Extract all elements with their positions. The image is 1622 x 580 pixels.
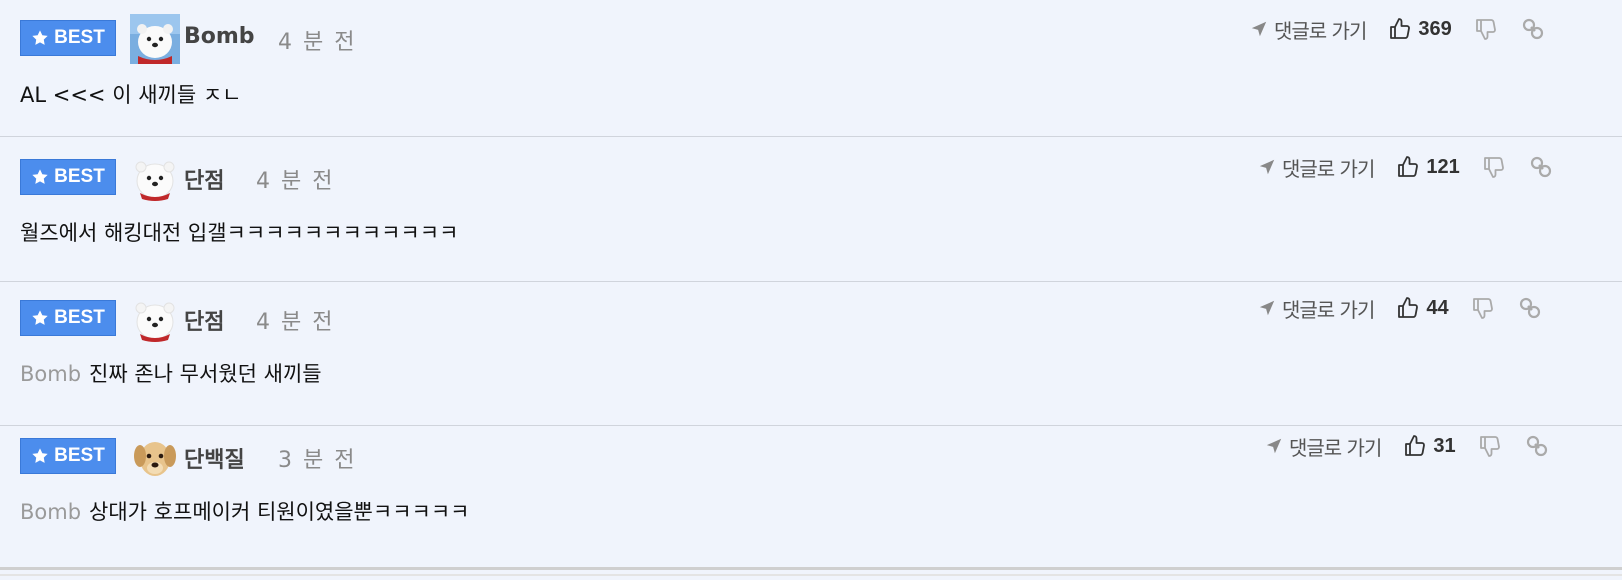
polar-bear-cub-avatar-icon <box>135 161 175 201</box>
comment-actions: 댓글로 가기 31 <box>1265 431 1550 461</box>
thumbs-down-icon <box>1475 19 1496 40</box>
go-to-reply-button[interactable]: 댓글로 가기 <box>1265 432 1382 461</box>
thumbs-down-icon <box>1479 436 1500 457</box>
navigation-arrow-icon <box>1251 21 1267 37</box>
best-badge-label: BEST <box>54 27 105 48</box>
star-icon <box>32 169 48 184</box>
upvote-count: 121 <box>1426 155 1460 178</box>
timestamp: 4 분 전 <box>256 169 335 194</box>
comment-body: AL <<< 이 새끼들 ㅈㄴ <box>20 83 242 107</box>
mention-username[interactable]: Bomb <box>20 362 81 386</box>
comment-text: Bomb 상대가 호프메이커 티원이였을뿐ㅋㅋㅋㅋㅋ <box>20 496 469 526</box>
comment-item: BEST Bomb 4 분 전 AL <<< 이 새끼들 ㅈㄴ 댓글로 가기 3… <box>0 0 1622 137</box>
polar-bear-cub-avatar-icon <box>135 302 175 342</box>
thumbs-down-icon <box>1483 157 1504 178</box>
go-to-reply-label: 댓글로 가기 <box>1289 435 1382 460</box>
best-badge: BEST <box>20 159 116 195</box>
downvote-button[interactable] <box>1471 296 1495 320</box>
go-to-reply-label: 댓글로 가기 <box>1274 18 1367 43</box>
timestamp: 3 분 전 <box>278 448 357 473</box>
navigation-arrow-icon <box>1266 438 1282 454</box>
polar-bear-avatar-icon <box>130 14 180 64</box>
mention-username[interactable]: Bomb <box>20 500 81 524</box>
comment-item: BEST 단백질 3 분 전 Bomb 상대가 호프메이커 티원이였을뿐ㅋㅋㅋㅋㅋ… <box>0 426 1622 570</box>
timestamp: 4 분 전 <box>256 310 335 335</box>
comment-actions: 댓글로 가기 44 <box>1258 293 1543 323</box>
link-icon <box>1526 435 1547 457</box>
best-badge-label: BEST <box>54 307 105 328</box>
comment-item: BEST 단점 4 분 전 Bomb 진짜 존나 무서웠던 새끼들 댓글로 가기 … <box>0 282 1622 426</box>
upvote-count: 31 <box>1433 434 1456 457</box>
go-to-reply-button[interactable]: 댓글로 가기 <box>1258 294 1375 323</box>
star-icon <box>32 310 48 325</box>
comment-item: BEST 단점 4 분 전 월즈에서 해킹대전 입갤ㅋㅋㅋㅋㅋㅋㅋㅋㅋㅋㅋㅋ 댓… <box>0 137 1622 282</box>
timestamp: 4 분 전 <box>278 30 357 55</box>
downvote-button[interactable] <box>1474 17 1498 41</box>
go-to-reply-button[interactable]: 댓글로 가기 <box>1258 153 1375 182</box>
nickname[interactable]: 단백질 <box>184 442 245 474</box>
star-icon <box>32 448 48 463</box>
comment-body: 월즈에서 해킹대전 입갤ㅋㅋㅋㅋㅋㅋㅋㅋㅋㅋㅋㅋ <box>20 221 459 245</box>
upvote-button[interactable]: 369 <box>1388 17 1452 41</box>
copy-link-button[interactable] <box>1517 295 1543 321</box>
navigation-arrow-icon <box>1259 159 1275 175</box>
go-to-reply-label: 댓글로 가기 <box>1282 297 1375 322</box>
upvote-count: 44 <box>1426 296 1449 319</box>
upvote-count: 369 <box>1418 17 1452 40</box>
thumbs-down-icon <box>1472 298 1493 319</box>
upvote-button[interactable]: 121 <box>1396 155 1460 179</box>
comment-actions: 댓글로 가기 121 <box>1258 152 1554 182</box>
go-to-reply-button[interactable]: 댓글로 가기 <box>1250 15 1367 44</box>
link-icon <box>1522 18 1543 40</box>
thumbs-up-icon <box>1405 435 1426 456</box>
downvote-button[interactable] <box>1478 434 1502 458</box>
avatar[interactable] <box>130 153 180 203</box>
navigation-arrow-icon <box>1259 300 1275 316</box>
best-badge: BEST <box>20 300 116 336</box>
avatar[interactable] <box>130 14 180 64</box>
comment-text: 월즈에서 해킹대전 입갤ㅋㅋㅋㅋㅋㅋㅋㅋㅋㅋㅋㅋ <box>20 217 458 247</box>
downvote-button[interactable] <box>1482 155 1506 179</box>
comment-text: AL <<< 이 새끼들 ㅈㄴ <box>20 79 241 109</box>
nickname[interactable]: 단점 <box>184 304 224 336</box>
copy-link-button[interactable] <box>1524 433 1550 459</box>
list-bottom-divider <box>0 574 1622 576</box>
copy-link-button[interactable] <box>1528 154 1554 180</box>
avatar[interactable] <box>130 294 180 344</box>
thumbs-up-icon <box>1398 156 1419 177</box>
go-to-reply-label: 댓글로 가기 <box>1282 156 1375 181</box>
link-icon <box>1530 156 1551 178</box>
nickname[interactable]: 단점 <box>184 163 224 195</box>
star-icon <box>32 30 48 45</box>
best-badge-label: BEST <box>54 166 105 187</box>
comment-actions: 댓글로 가기 369 <box>1250 14 1546 44</box>
link-icon <box>1519 297 1540 319</box>
upvote-button[interactable]: 44 <box>1396 296 1449 320</box>
thumbs-up-icon <box>1398 297 1419 318</box>
nickname[interactable]: Bomb <box>184 24 255 49</box>
copy-link-button[interactable] <box>1520 16 1546 42</box>
comment-text: Bomb 진짜 존나 무서웠던 새끼들 <box>20 358 322 388</box>
puppy-avatar-icon <box>134 442 176 476</box>
thumbs-up-icon <box>1390 18 1411 39</box>
comment-body: 진짜 존나 무서웠던 새끼들 <box>89 362 322 386</box>
upvote-button[interactable]: 31 <box>1403 434 1456 458</box>
comment-body: 상대가 호프메이커 티원이였을뿐ㅋㅋㅋㅋㅋ <box>89 500 470 524</box>
best-badge-label: BEST <box>54 445 105 466</box>
avatar[interactable] <box>130 432 180 482</box>
best-badge: BEST <box>20 438 116 474</box>
best-badge: BEST <box>20 20 116 56</box>
